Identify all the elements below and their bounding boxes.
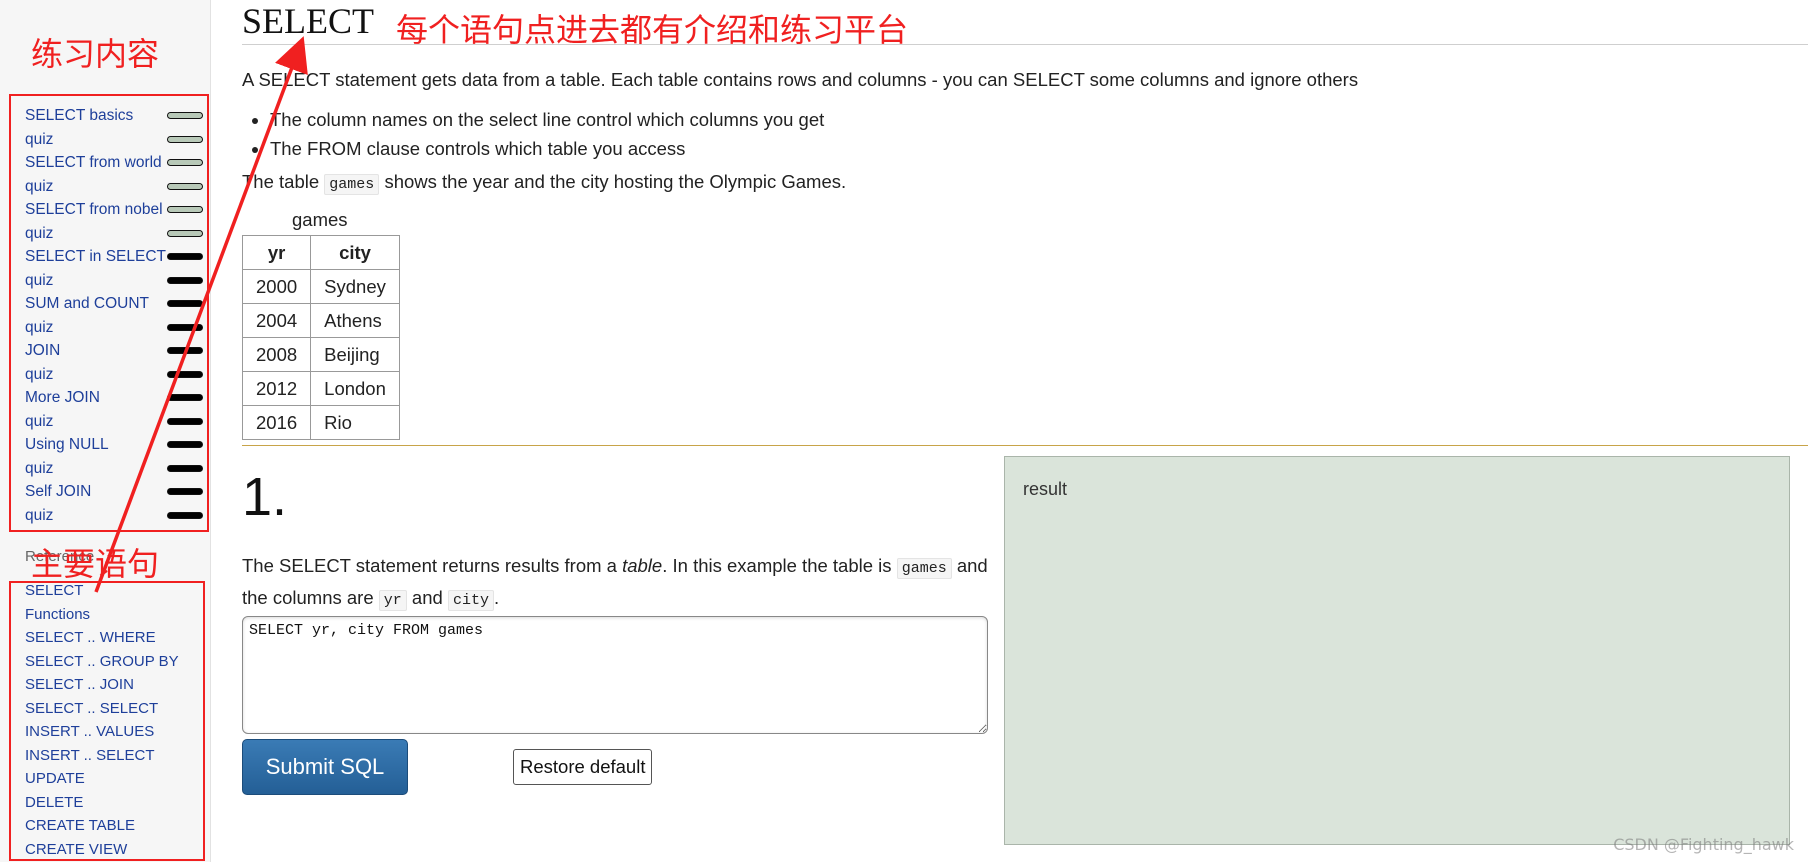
column-header-city: city bbox=[310, 235, 400, 270]
cell-yr: 2016 bbox=[241, 405, 312, 440]
sidebar-item-label: Self JOIN bbox=[25, 483, 92, 500]
sidebar-item-label: quiz bbox=[25, 177, 54, 195]
main-content: SELECT A SELECT statement gets data from… bbox=[241, 0, 1808, 862]
bullet-item: The FROM clause controls which table you… bbox=[270, 134, 824, 163]
sidebar-item-label: quiz bbox=[25, 506, 54, 524]
sidebar-item-label: SELECT in SELECT bbox=[25, 248, 166, 265]
cell-city: Rio bbox=[310, 405, 400, 440]
sidebar-item-label: quiz bbox=[25, 130, 54, 148]
cell-city: London bbox=[310, 371, 400, 406]
question-text-part: . bbox=[493, 587, 500, 608]
bullet-item: The column names on the select line cont… bbox=[270, 105, 824, 134]
sidebar-item-label: More JOIN bbox=[25, 389, 100, 406]
sidebar-item-label: SUM and COUNT bbox=[25, 295, 150, 312]
table-row: 2000 Sydney bbox=[241, 269, 400, 304]
cell-yr: 2000 bbox=[241, 269, 312, 304]
practice-content-annotation: 练习内容 bbox=[31, 35, 160, 73]
games-table: yr city 2000 Sydney 2004 Athens 2008 Beijing 2… bbox=[241, 235, 400, 440]
games-table-body: 2000 Sydney 2004 Athens 2008 Beijing 2012 Londo… bbox=[241, 269, 400, 440]
page-title: SELECT bbox=[242, 1, 374, 41]
restore-default-button[interactable]: Restore default bbox=[513, 749, 653, 785]
sidebar-item-label: quiz bbox=[25, 459, 54, 477]
sidebar-item-label: quiz bbox=[25, 365, 54, 383]
sidebar-item-label: quiz bbox=[25, 271, 54, 289]
inline-code-yr: yr bbox=[378, 590, 407, 611]
result-panel: result bbox=[1004, 456, 1790, 845]
games-table-caption: games bbox=[292, 209, 348, 230]
table-row: 2016 Rio bbox=[241, 405, 400, 440]
intro-bullets: The column names on the select line cont… bbox=[242, 105, 824, 163]
main-statements-highlight-box bbox=[9, 581, 205, 861]
question-text-part: and bbox=[411, 587, 443, 608]
inline-code-city: city bbox=[447, 590, 494, 611]
cell-yr: 2012 bbox=[241, 371, 312, 406]
intro-note-annotation: 每个语句点进去都有介绍和练习平台 bbox=[396, 11, 909, 49]
table-intro-text: shows the year and the city hosting the … bbox=[384, 171, 847, 192]
section-divider bbox=[242, 445, 1808, 446]
cell-city: Sydney bbox=[310, 269, 400, 304]
table-intro-text: The table bbox=[242, 171, 320, 192]
sidebar-item-label: Using NULL bbox=[25, 436, 109, 453]
sidebar-item-label: quiz bbox=[25, 318, 54, 336]
inline-code-games: games bbox=[324, 174, 380, 195]
cell-yr: 2004 bbox=[241, 303, 312, 338]
sidebar-item-label: quiz bbox=[25, 224, 54, 242]
watermark: CSDN @Fighting_hawk bbox=[1613, 835, 1794, 854]
sidebar-item-label: SELECT from nobel bbox=[25, 201, 163, 218]
cell-city: Athens bbox=[310, 303, 400, 338]
sidebar-item-label: SELECT from world bbox=[25, 154, 162, 171]
sql-editor[interactable] bbox=[242, 616, 988, 734]
question-text: The SELECT statement returns results fro… bbox=[242, 551, 1002, 615]
column-header-yr: yr bbox=[241, 235, 312, 270]
main-statements-annotation: 主要语句 bbox=[31, 545, 160, 583]
cell-city: Beijing bbox=[310, 337, 400, 372]
table-intro-paragraph: The table games shows the year and the c… bbox=[242, 171, 847, 195]
sidebar-item-label: quiz bbox=[25, 412, 54, 430]
question-number: 1. bbox=[242, 467, 288, 527]
submit-sql-button[interactable]: Submit SQL bbox=[242, 739, 408, 795]
intro-paragraph: A SELECT statement gets data from a tabl… bbox=[242, 69, 1359, 90]
question-text-italic: table bbox=[622, 555, 663, 576]
table-row: 2004 Athens bbox=[241, 303, 400, 338]
sidebar-item-label: JOIN bbox=[25, 342, 61, 359]
result-label: result bbox=[1023, 479, 1068, 499]
table-header-row: yr city bbox=[241, 235, 400, 270]
inline-code-games: games bbox=[896, 558, 952, 579]
question-text-part: . In this example the table is bbox=[662, 555, 892, 576]
cell-yr: 2008 bbox=[241, 337, 312, 372]
question-text-part: The SELECT statement returns results fro… bbox=[242, 555, 617, 576]
table-row: 2012 London bbox=[241, 371, 400, 406]
table-row: 2008 Beijing bbox=[241, 337, 400, 372]
sidebar-item-label: SELECT basics bbox=[25, 107, 134, 124]
